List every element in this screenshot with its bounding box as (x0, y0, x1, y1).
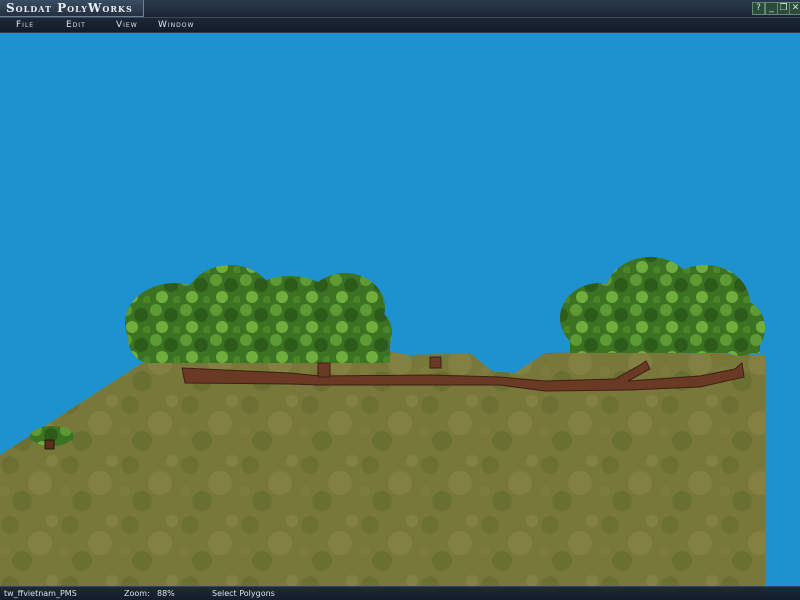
app-window: Soldat PolyWorks ? _ ❐ ✕ File Edit View … (0, 0, 800, 600)
tool-mode: Select Polygons (212, 589, 275, 598)
window-title: Soldat PolyWorks (0, 0, 144, 17)
menu-file[interactable]: File (16, 18, 34, 32)
spawn-marker (44, 439, 55, 450)
help-button[interactable]: ? (752, 2, 765, 15)
left-foliage (125, 265, 392, 363)
close-button[interactable]: ✕ (789, 2, 800, 15)
status-bar: tw_ffvietnam_PMS Zoom: 88% Select Polygo… (0, 586, 800, 600)
trench-post (429, 356, 442, 369)
menu-bar: File Edit View Window (0, 18, 800, 33)
status-filename: tw_ffvietnam_PMS (4, 589, 77, 598)
menu-window[interactable]: Window (158, 18, 194, 32)
title-bar: Soldat PolyWorks ? _ ❐ ✕ (0, 0, 800, 18)
trench-post (317, 362, 331, 378)
zoom-label: Zoom: (124, 589, 150, 598)
menu-edit[interactable]: Edit (66, 18, 86, 32)
menu-view[interactable]: View (116, 18, 138, 32)
right-foliage (560, 257, 765, 356)
map-canvas[interactable] (0, 33, 800, 586)
map-scene (0, 257, 765, 586)
zoom-value: 88% (157, 589, 175, 598)
